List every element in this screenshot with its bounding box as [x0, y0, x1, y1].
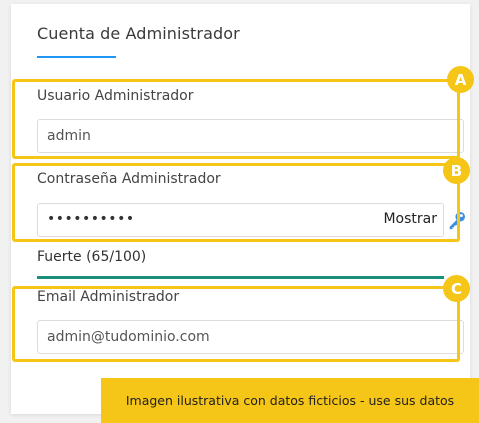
annotation-badge-c: C: [443, 275, 470, 302]
password-strength-fill: [37, 276, 444, 279]
disclaimer-banner: Imagen ilustrativa con datos ficticios -…: [101, 378, 479, 423]
annotation-badge-a: A: [447, 66, 474, 93]
annotation-box-c: [12, 286, 460, 362]
annotation-box-a: [12, 79, 460, 159]
password-strength-text: Fuerte (65/100): [37, 249, 147, 265]
annotation-badge-b: B: [443, 157, 470, 184]
title-underline: [37, 56, 116, 58]
password-strength-bar: [37, 276, 444, 279]
card-title: Cuenta de Administrador: [37, 24, 240, 43]
annotation-box-b: [12, 163, 460, 242]
